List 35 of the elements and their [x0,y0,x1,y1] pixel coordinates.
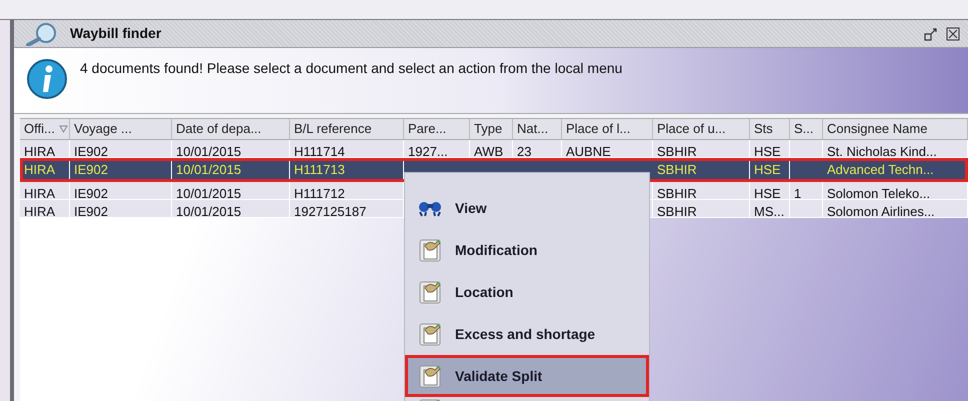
table-cell: St. Nicholas Kind... [827,144,937,157]
table-cell: Advanced Techn... [827,162,934,177]
table-cell: IE902 [74,162,108,177]
info-message: 4 documents found! Please select a document and select an action from the local menu [80,59,622,78]
table-cell: 10/01/2015 [176,186,242,199]
table-cell: 10/01/2015 [176,162,242,177]
table-cell: HIRA [24,162,56,177]
table-cell: H111713 [294,162,345,177]
table-cell: SBHIR [657,144,697,157]
table-cell: AWB [474,144,504,157]
table-cell: 10/01/2015 [176,204,242,217]
table-cell: 1927... [408,144,448,157]
table-cell: Solomon Airlines... [827,204,935,217]
table-cell: SBHIR [657,162,697,177]
table-cell: 23 [517,144,532,157]
table-cell: MS... [754,204,784,217]
table-cell: IE902 [74,186,108,199]
table-cell: 1 [794,186,802,199]
table-cell: SBHIR [657,204,697,217]
table-cell: IE902 [74,204,108,217]
table-cell: IE902 [74,144,108,157]
table-cell: Solomon Teleko... [827,186,930,199]
table-cell: HSE [754,186,781,199]
table-cell: H111712 [294,186,345,199]
table-cell: HIRA [24,186,56,199]
table-cell: 10/01/2015 [176,144,242,157]
table-cell: AUBNE [566,144,611,157]
window-title: Waybill finder [70,24,162,43]
table-cell: HSE [754,162,781,177]
table-cell: HIRA [24,144,56,157]
table-cell: HIRA [24,204,56,217]
table-cell: HSE [754,144,781,157]
table-cell: SBHIR [657,186,697,199]
table-cell: H111714 [294,144,345,157]
table-cell: 1927125187 [294,204,366,217]
